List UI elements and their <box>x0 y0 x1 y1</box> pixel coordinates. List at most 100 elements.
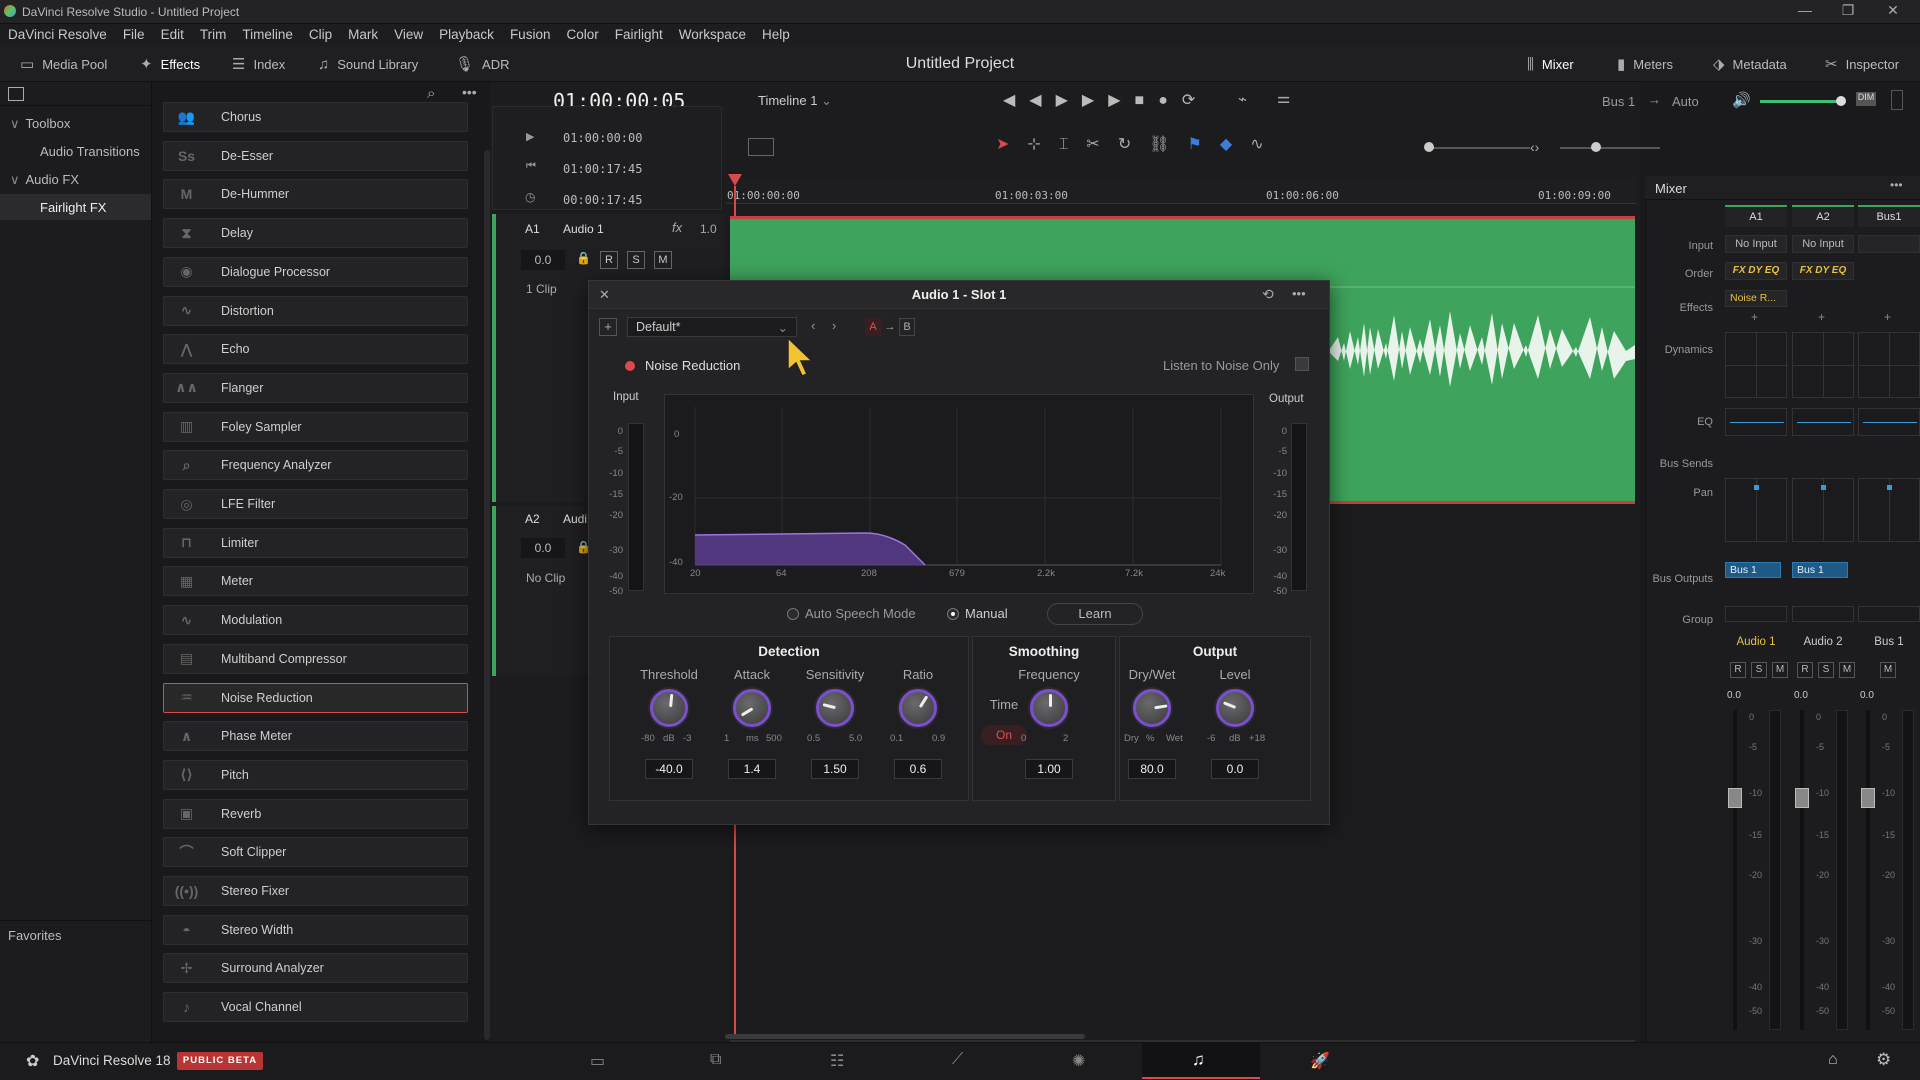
add-effect-icon[interactable]: + <box>1818 310 1825 324</box>
auto-label[interactable]: Auto <box>1672 94 1699 109</box>
color-page-icon[interactable]: ✺ <box>1072 1051 1085 1071</box>
effect-item[interactable]: ◎ LFE Filter <box>163 489 468 519</box>
index-button[interactable]: ☰ Index <box>232 52 285 76</box>
fader-handle[interactable] <box>1728 788 1742 808</box>
track-name[interactable]: Audi <box>563 512 587 526</box>
panel-toggle-icon[interactable] <box>8 87 24 101</box>
master-volume-handle[interactable] <box>1836 96 1846 106</box>
effect-item[interactable]: Ss De-Esser <box>163 140 468 171</box>
more-options-icon[interactable]: ••• <box>462 84 477 100</box>
dynamics-graph[interactable] <box>1858 332 1920 398</box>
dynamics-graph[interactable] <box>1792 332 1855 398</box>
menu-item[interactable]: Trim <box>192 24 235 42</box>
track-volume[interactable]: 0.0 <box>521 250 565 270</box>
compare-a-button[interactable]: A <box>865 318 881 336</box>
speaker-icon[interactable]: 🔊 <box>1732 91 1751 109</box>
knob-value-field[interactable]: 1.4 <box>728 759 776 779</box>
trim-tool-icon[interactable]: ⌶ <box>1059 136 1087 153</box>
razor-icon[interactable]: ✂ <box>1086 136 1117 153</box>
track-volume[interactable]: 0.0 <box>521 538 565 558</box>
effect-item[interactable]: ∧ Phase Meter <box>163 721 468 752</box>
menu-item[interactable]: Timeline <box>234 24 301 42</box>
effect-item[interactable]: M De-Hummer <box>163 179 468 210</box>
input-selector[interactable]: No Input <box>1725 235 1787 253</box>
fader-handle[interactable] <box>1861 788 1875 808</box>
automation-icon[interactable]: ⌁ <box>1238 90 1247 108</box>
menu-item[interactable]: File <box>115 24 153 42</box>
marker-icon[interactable]: ◆ <box>1220 136 1250 153</box>
media-page-icon[interactable]: ▭ <box>590 1051 605 1071</box>
knob-value-field[interactable]: 0.0 <box>1211 759 1259 779</box>
knob-value-field[interactable]: 80.0 <box>1128 759 1176 779</box>
pan-control[interactable] <box>1858 478 1920 542</box>
knob-value-field[interactable]: 1.00 <box>1025 759 1073 779</box>
menu-item[interactable]: View <box>386 24 431 42</box>
knob-threshold[interactable] <box>650 689 688 727</box>
settings-sliders-icon[interactable]: ⚌ <box>1277 89 1290 107</box>
fairlight-page-tab[interactable]: ♫ <box>1142 1043 1260 1079</box>
channel-button-r[interactable]: R <box>1730 662 1746 678</box>
input-selector[interactable]: No Input <box>1792 235 1854 253</box>
home-icon[interactable]: ⌂ <box>1828 1051 1838 1069</box>
menu-item[interactable]: DaVinci Resolve <box>0 24 115 42</box>
compare-b-button[interactable]: B <box>899 318 915 336</box>
timeline-ruler[interactable] <box>726 178 1636 204</box>
prev-preset-icon[interactable]: ‹ <box>811 318 815 333</box>
solo-button[interactable]: S <box>627 251 645 269</box>
effect-item[interactable]: ◓ Stereo Width <box>163 914 468 945</box>
stop-icon[interactable]: ■ <box>1135 92 1159 109</box>
reset-icon[interactable]: ⟲ <box>1262 286 1274 303</box>
knob-ratio[interactable] <box>899 689 937 727</box>
code-icon[interactable]: ‹› <box>1530 139 1539 155</box>
channel-button-s[interactable]: S <box>1751 662 1767 678</box>
effect-item[interactable]: ∿ Modulation <box>163 605 468 636</box>
group-selector[interactable] <box>1858 606 1920 622</box>
menu-item[interactable]: Help <box>754 24 798 42</box>
film-strip-icon[interactable] <box>748 138 774 156</box>
knob-value-field[interactable]: -40.0 <box>645 759 693 779</box>
tree-toolbox[interactable]: ∨ Toolbox <box>10 116 70 132</box>
track-name[interactable]: Audio 1 <box>563 222 604 236</box>
record-icon[interactable]: ● <box>1158 92 1182 109</box>
fusion-page-icon[interactable]: ⟋ <box>952 1051 963 1069</box>
copy-arrow-icon[interactable]: → <box>883 318 897 336</box>
minimize-icon[interactable]: — <box>1785 2 1825 22</box>
knob-sensitivity[interactable] <box>816 689 854 727</box>
input-selector[interactable] <box>1858 235 1920 253</box>
play-icon[interactable]: ▶ <box>1108 92 1134 109</box>
effects-button[interactable]: ✦ Effects <box>140 52 200 76</box>
rewind-icon[interactable]: ◀◀ <box>1003 92 1056 109</box>
add-preset-icon[interactable]: + <box>599 318 617 336</box>
vertical-zoom-slider[interactable] <box>1560 147 1660 149</box>
effect-item[interactable]: ♪ Vocal Channel <box>163 992 468 1023</box>
menu-item[interactable]: Clip <box>301 24 340 42</box>
bus-output-selector[interactable]: Bus 1 <box>1725 562 1781 578</box>
maximize-icon[interactable]: ❐ <box>1828 2 1868 22</box>
timeline-scrollbar[interactable] <box>725 1034 1085 1039</box>
zoom-slider[interactable] <box>1430 147 1530 149</box>
effect-item[interactable]: ⌒ Soft Clipper <box>163 837 468 868</box>
channel-button-m[interactable]: M <box>1880 662 1896 678</box>
edit-page-icon[interactable]: ☷ <box>830 1051 844 1071</box>
effect-item[interactable]: ((•)) Stereo Fixer <box>163 876 468 906</box>
menu-item[interactable]: Edit <box>153 24 192 42</box>
eq-graph[interactable] <box>1792 408 1854 436</box>
knob-value-field[interactable]: 0.6 <box>894 759 942 779</box>
sound-library-button[interactable]: ♫ Sound Library <box>318 52 418 76</box>
manual-radio[interactable] <box>947 608 959 620</box>
panel-icon[interactable] <box>1891 90 1903 110</box>
eq-graph[interactable] <box>1858 408 1920 436</box>
gear-icon[interactable]: ⚙ <box>1876 1050 1891 1070</box>
effect-item[interactable]: ⧗ Delay <box>163 218 468 249</box>
menu-item[interactable]: Playback <box>431 24 502 42</box>
auto-speech-radio[interactable] <box>787 608 799 620</box>
order-selector[interactable]: FX DY EQ <box>1792 262 1854 280</box>
noise-profile-graph[interactable] <box>664 394 1254 594</box>
deliver-page-icon[interactable]: 🚀 <box>1310 1051 1330 1071</box>
effect-item[interactable]: ∿ Distortion <box>163 295 468 326</box>
effect-item[interactable]: ✢ Surround Analyzer <box>163 953 468 984</box>
pan-control[interactable] <box>1792 478 1854 542</box>
next-preset-icon[interactable]: › <box>832 318 836 333</box>
snap-icon[interactable]: ↻ <box>1118 136 1149 153</box>
channel-button-r[interactable]: R <box>1797 662 1813 678</box>
